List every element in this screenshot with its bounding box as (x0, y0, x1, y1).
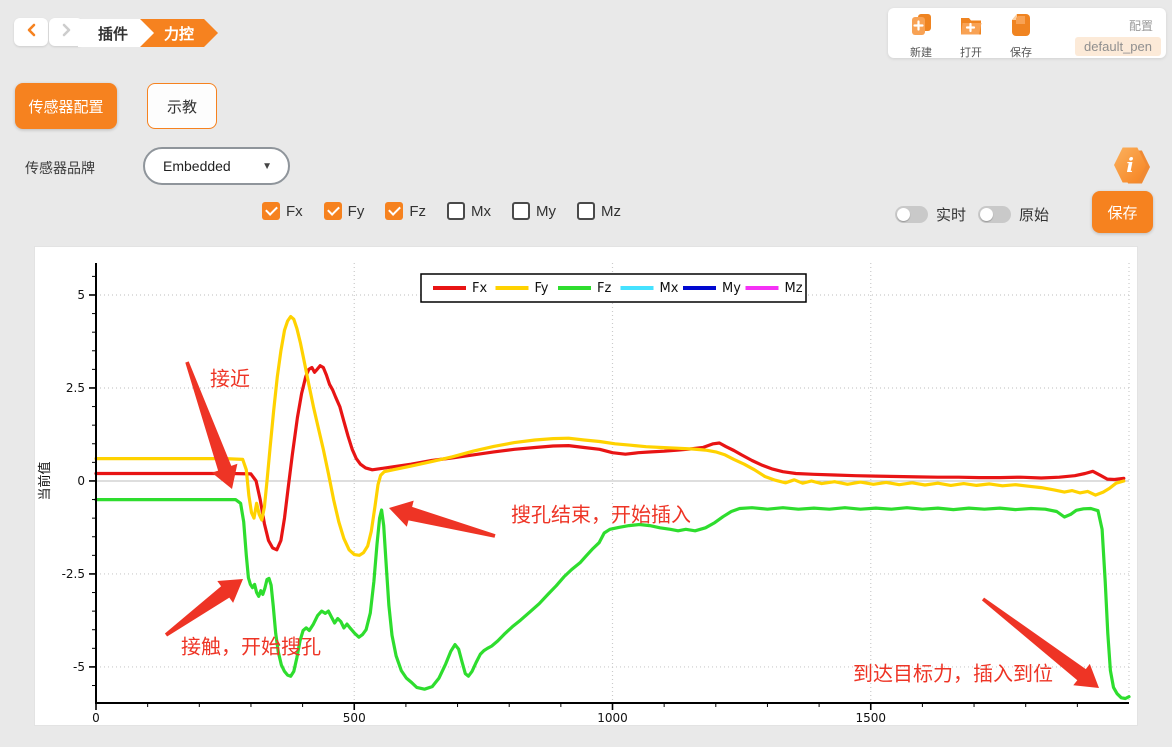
new-file-icon (908, 12, 934, 44)
toggle-knob (980, 208, 993, 221)
tab-sensor-config[interactable]: 传感器配置 (15, 83, 117, 129)
sensor-brand-value: Embedded (163, 158, 262, 174)
x-tick-label: 0 (92, 711, 100, 725)
checkbox-unchecked-icon (512, 202, 530, 220)
force-chart-panel: 5 2.5 0 -2.5 -5 0 500 1000 1500 当前值 Fx Fy Fz Mx My Mz 接近… (34, 246, 1138, 726)
x-tick-label: 1000 (597, 711, 628, 725)
channel-checkbox-mz[interactable]: Mz (577, 202, 621, 220)
annotation-text-3: 到达目标力，插入到位 (853, 662, 1053, 686)
save-file-icon (1008, 12, 1034, 44)
channel-checkbox-my[interactable]: My (512, 202, 556, 220)
channel-checkbox-mx[interactable]: Mx (447, 202, 491, 220)
config-label: 配置 (1129, 17, 1153, 34)
history-nav (14, 18, 83, 46)
annotation-arrow-2 (165, 579, 243, 637)
forward-button[interactable] (49, 18, 83, 46)
file-toolbar-items: 新建 打开 保存 (900, 12, 1042, 60)
force-chart-canvas: 5 2.5 0 -2.5 -5 0 500 1000 1500 当前值 Fx Fy Fz Mx My Mz 接近… (35, 247, 1139, 727)
save-button-label: 保存 (1107, 202, 1137, 223)
tab-label: 示教 (167, 96, 197, 117)
channel-label: Mz (601, 203, 621, 220)
annotation-text-2: 接触，开始搜孔 (181, 635, 321, 659)
breadcrumb-label: 插件 (98, 23, 128, 44)
channel-checkbox-fx[interactable]: Fx (262, 202, 303, 220)
toggle-label: 原始 (1019, 204, 1049, 225)
back-button[interactable] (14, 18, 48, 46)
annotation-arrow-1 (389, 501, 496, 538)
save-file-label: 保存 (1010, 44, 1032, 60)
annotation-text-1: 搜孔结束，开始插入 (511, 503, 691, 527)
checkbox-checked-icon (262, 202, 280, 220)
toggle-track (978, 206, 1011, 223)
channel-checkbox-fy[interactable]: Fy (324, 202, 365, 220)
save-file-button[interactable]: 保存 (1000, 12, 1042, 60)
chevron-down-icon: ▼ (262, 161, 272, 172)
toggle-label: 实时 (936, 204, 966, 225)
toggle-raw[interactable]: 原始 (978, 204, 1049, 225)
checkbox-checked-icon (385, 202, 403, 220)
toggle-track (895, 206, 928, 223)
toggle-knob (897, 208, 910, 221)
chevron-left-icon (26, 23, 37, 42)
new-file-label: 新建 (910, 44, 932, 60)
breadcrumb-item-plugin[interactable]: 插件 (78, 19, 154, 47)
toggle-realtime[interactable]: 实时 (895, 204, 966, 225)
save-button[interactable]: 保存 (1092, 191, 1153, 233)
x-tick-label: 500 (343, 711, 366, 725)
channel-label: Fx (286, 203, 303, 220)
legend-label-my: My (722, 281, 741, 296)
open-file-icon (958, 12, 984, 44)
y-tick-label: -2.5 (62, 567, 85, 581)
y-tick-label: -5 (73, 660, 85, 674)
x-tick-label: 1500 (855, 711, 886, 725)
config-value-badge: default_pen (1075, 37, 1161, 56)
legend-label-fy: Fy (535, 281, 549, 296)
y-tick-label: 5 (77, 288, 85, 302)
sensor-brand-label: 传感器品牌 (25, 158, 95, 178)
y-tick-label: 2.5 (66, 381, 85, 395)
channel-label: Mx (471, 203, 491, 220)
open-file-label: 打开 (960, 44, 982, 60)
checkbox-checked-icon (324, 202, 342, 220)
display-switch-group: 实时 原始 (895, 204, 1049, 225)
new-file-button[interactable]: 新建 (900, 12, 942, 60)
channel-checkbox-group: Fx Fy Fz Mx My Mz (262, 202, 621, 220)
legend-label-mx: Mx (660, 281, 679, 296)
chevron-right-icon (61, 23, 72, 42)
annotation-text-0: 接近 (210, 367, 250, 391)
y-tick-label: 0 (77, 474, 85, 488)
channel-label: My (536, 203, 556, 220)
channel-checkbox-fz[interactable]: Fz (385, 202, 426, 220)
breadcrumb-label: 力控 (164, 23, 194, 44)
file-toolbar: 新建 打开 保存 配置 default_pen (888, 8, 1166, 58)
tab-label: 传感器配置 (28, 96, 103, 117)
info-button[interactable]: i (1114, 146, 1150, 186)
channel-label: Fy (348, 203, 365, 220)
checkbox-unchecked-icon (577, 202, 595, 220)
sensor-brand-select[interactable]: Embedded ▼ (143, 147, 290, 185)
checkbox-unchecked-icon (447, 202, 465, 220)
channel-label: Fz (409, 203, 426, 220)
legend-label-mz: Mz (785, 281, 803, 296)
open-file-button[interactable]: 打开 (950, 12, 992, 60)
legend-label-fz: Fz (597, 281, 611, 296)
tab-teach[interactable]: 示教 (147, 83, 217, 129)
y-axis-title: 当前值 (37, 461, 53, 500)
legend-label-fx: Fx (472, 281, 487, 296)
